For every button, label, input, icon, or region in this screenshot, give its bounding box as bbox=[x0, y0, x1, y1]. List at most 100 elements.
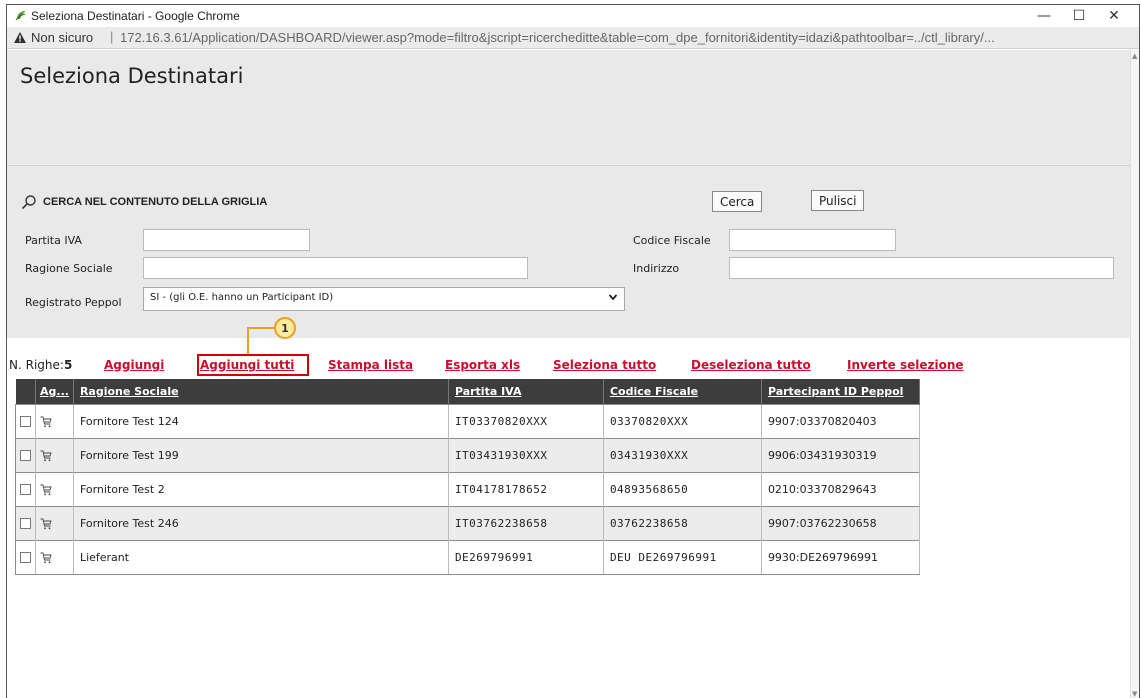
cell-codice-fiscale: 03762238658 bbox=[603, 505, 762, 540]
row-cart-cell bbox=[35, 471, 74, 506]
url-text[interactable]: 172.16.3.61/Application/DASHBOARD/viewer… bbox=[120, 30, 1130, 45]
inverte-selezione-link[interactable]: Inverte selezione bbox=[847, 358, 964, 372]
browser-window: Seleziona Destinatari - Google Chrome — … bbox=[6, 4, 1140, 698]
callout-line-vertical bbox=[247, 327, 249, 354]
cell-peppol: 9907:03762230658 bbox=[761, 505, 920, 540]
seleziona-tutto-link[interactable]: Seleziona tutto bbox=[553, 358, 656, 372]
cart-icon[interactable] bbox=[40, 416, 52, 428]
esporta-xls-link[interactable]: Esporta xls bbox=[445, 358, 520, 372]
cell-partita-iva: DE269796991 bbox=[448, 539, 604, 575]
col-peppol[interactable]: Partecipant ID Peppol bbox=[761, 379, 920, 404]
cell-partita-iva: IT03762238658 bbox=[448, 505, 604, 540]
ragione-sociale-input[interactable] bbox=[143, 257, 528, 279]
col-codice-fiscale[interactable]: Codice Fiscale bbox=[603, 379, 762, 404]
title-bar: Seleziona Destinatari - Google Chrome — … bbox=[7, 5, 1139, 27]
row-count: N. Righe:5 bbox=[9, 358, 72, 372]
row-cart-cell bbox=[35, 539, 74, 575]
row-checkbox[interactable] bbox=[20, 416, 31, 427]
address-separator: | bbox=[110, 29, 114, 44]
registrato-peppol-label: Registrato Peppol bbox=[25, 296, 122, 309]
vertical-scrollbar[interactable]: ▲ ▼ bbox=[1130, 50, 1139, 698]
warning-icon[interactable] bbox=[13, 31, 27, 44]
col-partita-iva[interactable]: Partita IVA bbox=[448, 379, 604, 404]
cell-ragione-sociale: Fornitore Test 2 bbox=[73, 471, 449, 506]
app-icon bbox=[15, 11, 26, 21]
registrato-peppol-select[interactable]: SI - (gli O.E. hanno un Participant ID) bbox=[143, 287, 625, 311]
highlight-box bbox=[197, 354, 309, 376]
partita-iva-label: Partita IVA bbox=[25, 234, 82, 247]
row-checkbox[interactable] bbox=[20, 450, 31, 461]
aggiungi-link[interactable]: Aggiungi bbox=[104, 358, 164, 372]
row-checkbox-cell bbox=[15, 539, 36, 575]
table-row: Fornitore Test 246 IT03762238658 0376223… bbox=[15, 505, 920, 540]
results-grid: Ag... Ragione Sociale Partita IVA Codice… bbox=[15, 379, 920, 575]
cell-codice-fiscale: 04893568650 bbox=[603, 471, 762, 506]
row-checkbox[interactable] bbox=[20, 484, 31, 495]
registrato-peppol-value: SI - (gli O.E. hanno un Participant ID) bbox=[150, 292, 334, 303]
search-icon bbox=[21, 195, 36, 210]
col-ragione-sociale[interactable]: Ragione Sociale bbox=[73, 379, 449, 404]
cell-ragione-sociale: Fornitore Test 199 bbox=[73, 437, 449, 472]
grid-toolbar: N. Righe:5 Aggiungi Aggiungi tutti Stamp… bbox=[7, 338, 1132, 378]
page-title: Seleziona Destinatari bbox=[20, 64, 244, 88]
cell-ragione-sociale: Fornitore Test 124 bbox=[73, 403, 449, 438]
scroll-down-icon[interactable]: ▼ bbox=[1132, 690, 1137, 698]
row-cart-cell bbox=[35, 403, 74, 438]
security-label[interactable]: Non sicuro bbox=[31, 30, 93, 45]
cell-codice-fiscale: 03370820XXX bbox=[603, 403, 762, 438]
search-heading: CERCA NEL CONTENUTO DELLA GRIGLIA bbox=[43, 196, 268, 208]
address-bar[interactable]: Non sicuro | 172.16.3.61/Application/DAS… bbox=[7, 27, 1139, 49]
deseleziona-tutto-link[interactable]: Deseleziona tutto bbox=[691, 358, 811, 372]
row-count-label: N. Righe: bbox=[9, 358, 64, 372]
row-checkbox-cell bbox=[15, 505, 36, 540]
window-title: Seleziona Destinatari - Google Chrome bbox=[31, 9, 240, 23]
table-row: Fornitore Test 124 IT03370820XXX 0337082… bbox=[15, 403, 920, 438]
chevron-down-icon bbox=[608, 294, 618, 301]
row-cart-cell bbox=[35, 437, 74, 472]
cell-peppol: 9906:03431930319 bbox=[761, 437, 920, 472]
maximize-button[interactable]: ☐ bbox=[1062, 5, 1096, 27]
codice-fiscale-label: Codice Fiscale bbox=[633, 234, 711, 247]
codice-fiscale-input[interactable] bbox=[729, 229, 896, 251]
cerca-button[interactable]: Cerca bbox=[712, 191, 763, 212]
close-button[interactable]: ✕ bbox=[1097, 5, 1131, 27]
scroll-up-icon[interactable]: ▲ bbox=[1132, 52, 1137, 60]
ragione-sociale-label: Ragione Sociale bbox=[25, 262, 113, 275]
row-checkbox-cell bbox=[15, 403, 36, 438]
table-row: Fornitore Test 199 IT03431930XXX 0343193… bbox=[15, 437, 920, 472]
cart-icon[interactable] bbox=[40, 552, 52, 564]
cart-icon[interactable] bbox=[40, 518, 52, 530]
search-panel: CERCA NEL CONTENUTO DELLA GRIGLIA Cerca … bbox=[7, 166, 1132, 338]
indirizzo-input[interactable] bbox=[729, 257, 1114, 279]
row-checkbox-cell bbox=[15, 471, 36, 506]
cart-icon[interactable] bbox=[40, 450, 52, 462]
row-count-value: 5 bbox=[63, 358, 73, 372]
table-row: Fornitore Test 2 IT04178178652 048935686… bbox=[15, 471, 920, 506]
table-row: Lieferant DE269796991 DEU DE269796991 99… bbox=[15, 539, 920, 575]
minimize-button[interactable]: — bbox=[1027, 5, 1061, 27]
col-select bbox=[15, 379, 36, 404]
cell-codice-fiscale: 03431930XXX bbox=[603, 437, 762, 472]
cell-partita-iva: IT03370820XXX bbox=[448, 403, 604, 438]
col-aggiungi[interactable]: Ag... bbox=[35, 379, 74, 404]
callout-marker: 1 bbox=[274, 317, 296, 339]
row-checkbox[interactable] bbox=[20, 552, 31, 563]
row-cart-cell bbox=[35, 505, 74, 540]
pulisci-button[interactable]: Pulisci bbox=[811, 190, 865, 211]
cell-codice-fiscale: DEU DE269796991 bbox=[603, 539, 762, 575]
callout-line-horizontal bbox=[247, 327, 275, 329]
stampa-lista-link[interactable]: Stampa lista bbox=[328, 358, 413, 372]
cell-peppol: 9907:03370820403 bbox=[761, 403, 920, 438]
cell-partita-iva: IT04178178652 bbox=[448, 471, 604, 506]
row-checkbox[interactable] bbox=[20, 518, 31, 529]
cell-ragione-sociale: Lieferant bbox=[73, 539, 449, 575]
partita-iva-input[interactable] bbox=[143, 229, 310, 251]
indirizzo-label: Indirizzo bbox=[633, 262, 680, 275]
grid-header-row: Ag... Ragione Sociale Partita IVA Codice… bbox=[15, 379, 920, 404]
cart-icon[interactable] bbox=[40, 484, 52, 496]
cell-partita-iva: IT03431930XXX bbox=[448, 437, 604, 472]
cell-ragione-sociale: Fornitore Test 246 bbox=[73, 505, 449, 540]
cell-peppol: 0210:03370829643 bbox=[761, 471, 920, 506]
cell-peppol: 9930:DE269796991 bbox=[761, 539, 920, 575]
row-checkbox-cell bbox=[15, 437, 36, 472]
